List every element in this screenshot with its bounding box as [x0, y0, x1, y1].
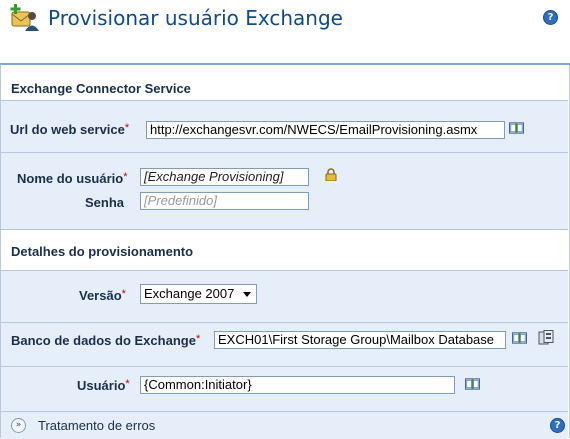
user-input[interactable]: {Common:Initiator}	[140, 376, 455, 394]
chevron-down-icon[interactable]	[240, 287, 254, 301]
url-row: Url do web service* http://exchangesvr.c…	[1, 101, 568, 152]
error-handling-label[interactable]: Tratamento de erros	[38, 418, 155, 433]
credentials-row: Nome do usuário* [Exchange Provisioning]…	[1, 153, 568, 229]
required-marker: *	[195, 333, 201, 345]
database-label: Banco de dados do Exchange*	[11, 333, 200, 348]
required-marker: *	[125, 378, 130, 390]
connector-section-title: Exchange Connector Service	[11, 81, 191, 96]
url-label-text: Url do web service	[10, 122, 125, 137]
help-icon[interactable]: ?	[550, 418, 565, 433]
version-select[interactable]: Exchange 2007	[140, 284, 257, 304]
help-icon[interactable]: ?	[543, 10, 558, 25]
error-handling-section[interactable]: » Tratamento de erros ?	[1, 411, 568, 439]
address-book-icon[interactable]	[465, 378, 480, 393]
database-label-text: Banco de dados do Exchange	[11, 333, 196, 348]
username-label: Nome do usuário*	[17, 171, 127, 186]
details-section-header: Detalhes do provisionamento	[1, 230, 568, 270]
version-row: Versão* Exchange 2007	[1, 271, 568, 322]
expand-icon[interactable]: »	[11, 418, 26, 433]
page-title: Provisionar usuário Exchange	[48, 6, 343, 30]
connector-section-header: Exchange Connector Service	[1, 65, 568, 100]
user-label: Usuário*	[77, 378, 130, 393]
user-label-text: Usuário	[77, 378, 126, 393]
header: Provisionar usuário Exchange ?	[0, 0, 570, 44]
exchange-user-icon	[8, 3, 42, 33]
username-input[interactable]: [Exchange Provisioning]	[140, 168, 309, 186]
user-row: Usuário* {Common:Initiator}	[1, 367, 568, 411]
address-book-icon[interactable]	[509, 122, 524, 137]
lock-icon[interactable]	[325, 168, 337, 184]
url-input[interactable]: http://exchangesvr.com/NWECS/EmailProvis…	[146, 121, 505, 139]
version-label: Versão*	[79, 288, 126, 303]
address-book-icon[interactable]	[512, 332, 527, 347]
database-browse-icon[interactable]	[538, 330, 555, 349]
required-marker: *	[124, 122, 130, 134]
username-label-text: Nome do usuário	[17, 171, 124, 186]
password-input[interactable]: [Predefinido]	[140, 192, 309, 210]
database-row: Banco de dados do Exchange* EXCH01\First…	[1, 323, 568, 366]
version-label-text: Versão	[79, 288, 122, 303]
password-label: Senha	[85, 195, 125, 210]
required-marker: *	[123, 171, 128, 183]
details-section-title: Detalhes do provisionamento	[11, 244, 194, 259]
version-select-value: Exchange 2007	[144, 286, 235, 301]
required-marker: *	[121, 288, 126, 300]
database-input[interactable]: EXCH01\First Storage Group\Mailbox Datab…	[214, 331, 506, 349]
url-label: Url do web service*	[10, 122, 129, 137]
